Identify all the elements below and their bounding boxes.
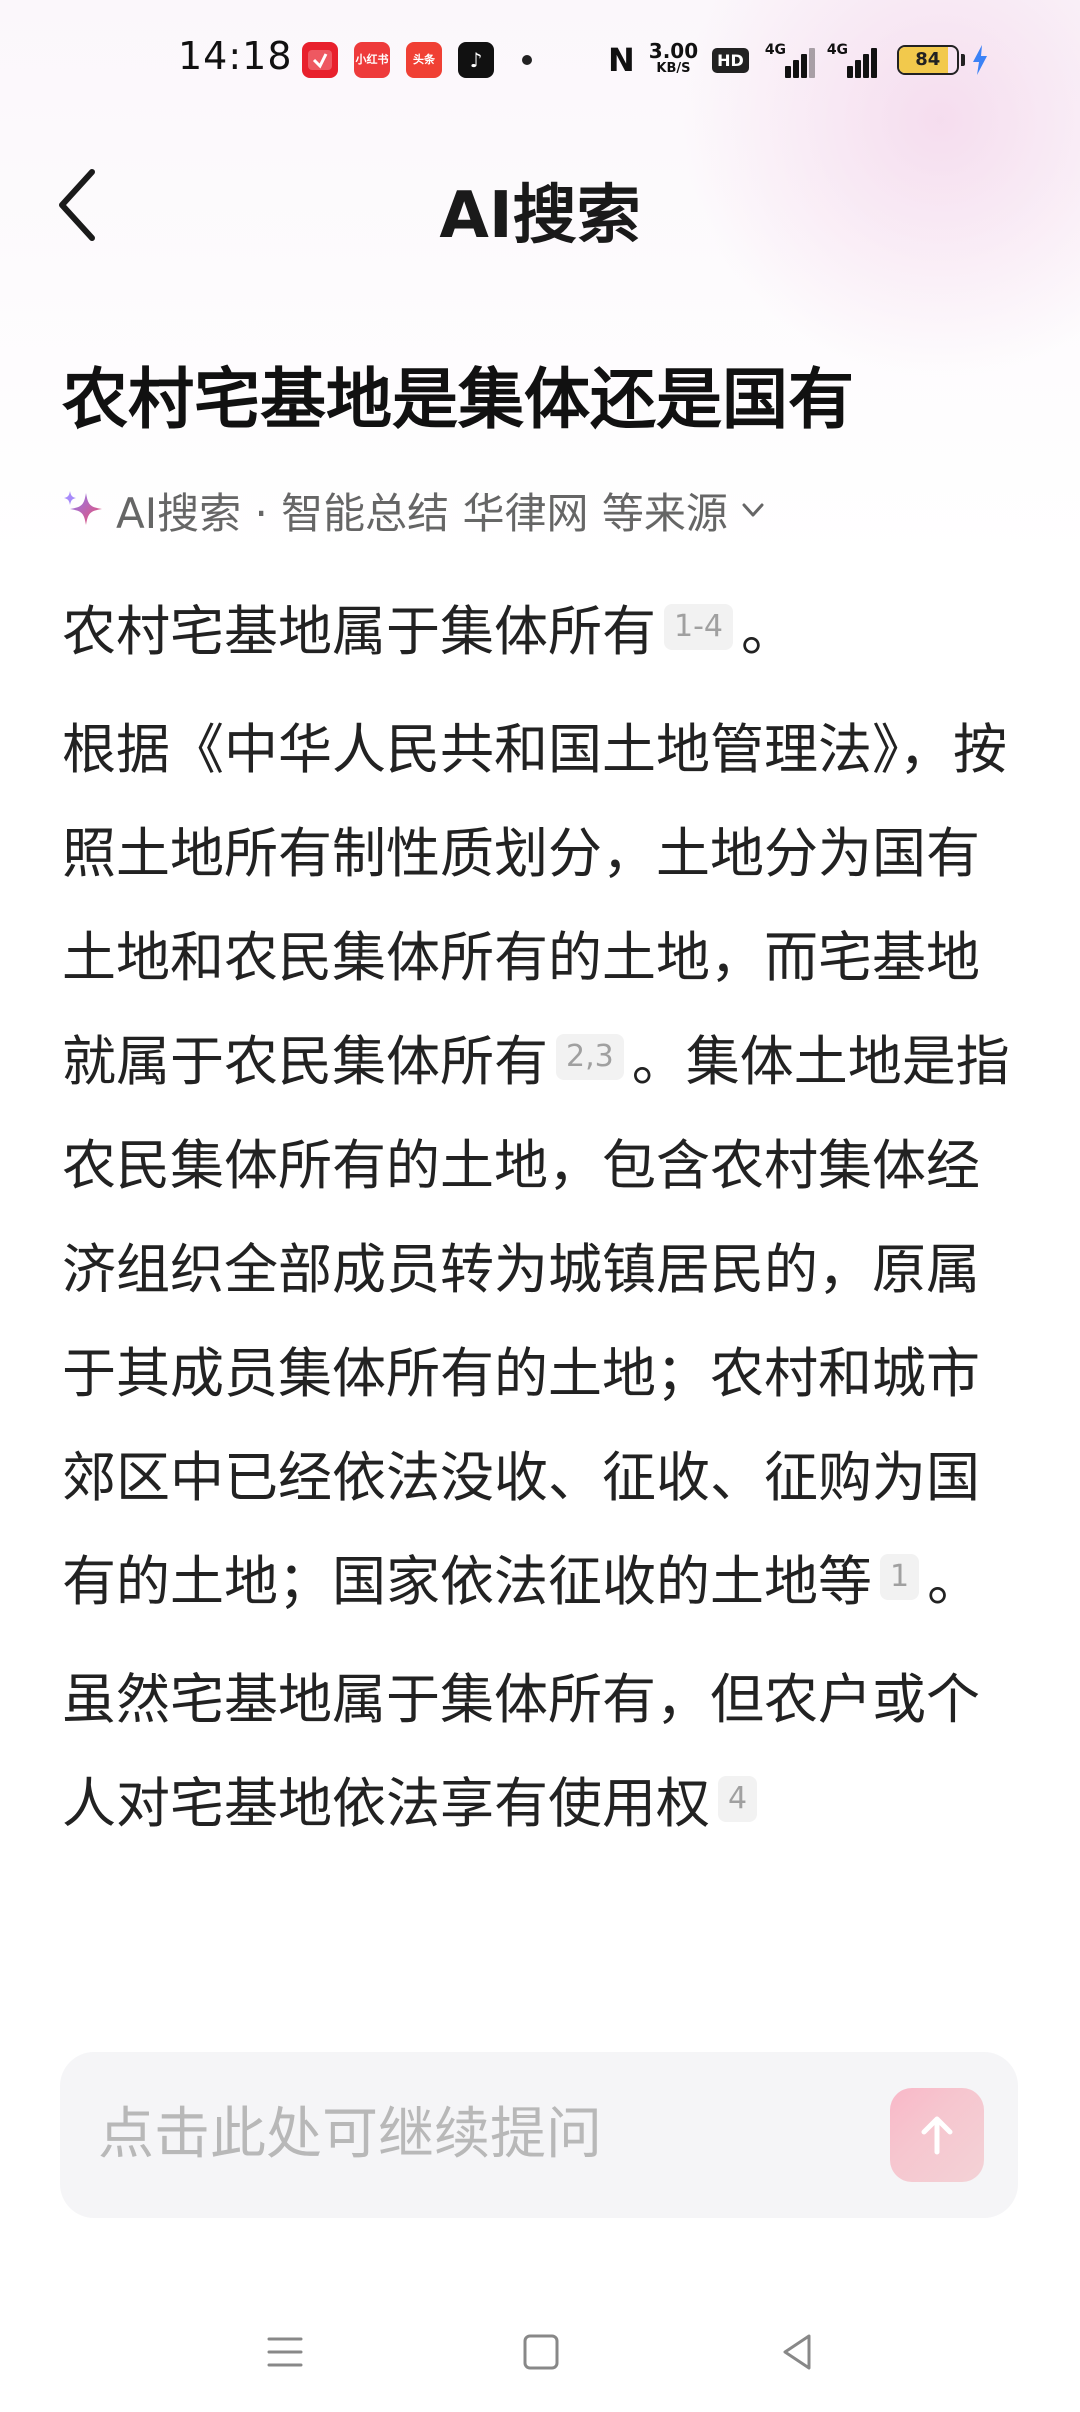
citation-badge[interactable]: 1	[880, 1554, 920, 1600]
status-indicators: N 3.00 KB/S HD 4G 4G 84	[608, 38, 989, 82]
question-title: 农村宅基地是集体还是国有	[62, 361, 854, 438]
status-time: 14:18	[178, 34, 293, 78]
answer-text: 。	[741, 600, 795, 663]
page-title: AI搜索	[439, 179, 641, 253]
battery-cap	[960, 54, 965, 66]
signal-1-label: 4G	[764, 42, 787, 58]
home-square-icon[interactable]	[511, 2322, 571, 2382]
follow-up-input[interactable]: 点击此处可继续提问	[60, 2052, 1018, 2218]
arrow-up-icon	[921, 2116, 953, 2155]
answer-body: 农村宅基地属于集体所有 1-4。 根据《中华人民共和国土地管理法》，按照土地所有制…	[62, 580, 1022, 2004]
douyin-icon: ♪	[458, 42, 494, 78]
answer-text: 。集体土地是指农民集体所有的土地，包含农村集体经济组织全部成员转为城镇居民的，原…	[62, 1030, 1010, 1613]
notification-app-icons: 小红书 头条 ♪	[302, 42, 532, 78]
signal-bar	[784, 66, 791, 78]
nfc-icon: N	[608, 41, 635, 79]
network-speed-unit: KB/S	[656, 61, 691, 76]
network-speed-value: 3.00	[648, 39, 699, 63]
more-notifications-dot	[522, 55, 532, 65]
answer-text: 农村宅基地属于集体所有	[62, 600, 656, 663]
signal-bar	[862, 54, 869, 78]
sparkle-icon	[64, 491, 102, 525]
ai-search-screen: 14:18 小红书 头条 ♪ N 3.00 KB/S HD 4G 4G 84 A…	[0, 0, 1080, 2412]
battery-level: 84	[915, 49, 941, 70]
menu-icon[interactable]	[255, 2322, 315, 2382]
toutiao-icon: 头条	[406, 42, 442, 78]
citation-badge[interactable]: 4	[718, 1776, 758, 1822]
xiaohongshu-icon: 小红书	[354, 42, 390, 78]
back-triangle-icon[interactable]	[767, 2322, 827, 2382]
system-navigation-bar	[0, 2296, 1080, 2396]
signal-icon-1: 4G	[764, 42, 815, 78]
answer-text: 。	[927, 1550, 982, 1613]
signal-bar	[870, 48, 877, 78]
signal-bar	[792, 60, 799, 78]
hd-badge: HD	[712, 47, 749, 73]
battery-icon: 84	[896, 45, 959, 75]
pinduoduo-icon	[302, 42, 338, 78]
answer-text: 虽然宅基地属于集体所有，但农户或个人对宅基地依法享有使用权	[62, 1668, 980, 1835]
answer-paragraph-1: 农村宅基地属于集体所有 1-4。	[62, 580, 1022, 684]
source-selector[interactable]: AI搜索 · 智能总结 华律网 等来源	[62, 480, 768, 540]
signal-2-label: 4G	[826, 42, 849, 58]
signal-bar	[808, 48, 815, 78]
send-button[interactable]	[890, 2088, 984, 2182]
answer-paragraph-3: 虽然宅基地属于集体所有，但农户或个人对宅基地依法享有使用权 4	[62, 1648, 1022, 1856]
charging-bolt-icon	[972, 45, 987, 75]
network-speed: 3.00 KB/S	[648, 39, 699, 78]
answer-paragraph-2: 根据《中华人民共和国土地管理法》，按照土地所有制性质划分，土地分为国有土地和农民…	[62, 698, 1022, 1634]
citation-badge[interactable]: 2,3	[556, 1034, 624, 1080]
signal-bar	[800, 54, 807, 78]
chevron-down-icon	[742, 503, 764, 517]
citation-badge[interactable]: 1-4	[664, 604, 733, 650]
signal-bar	[854, 60, 861, 78]
signal-bar	[846, 66, 853, 78]
header: AI搜索	[0, 140, 1080, 270]
source-text: AI搜索 · 智能总结 华律网 等来源	[116, 488, 728, 538]
status-bar: 14:18 小红书 头条 ♪ N 3.00 KB/S HD 4G 4G 84	[0, 0, 1080, 126]
follow-up-placeholder: 点击此处可继续提问	[98, 2102, 602, 2167]
signal-icon-2: 4G	[826, 42, 877, 78]
